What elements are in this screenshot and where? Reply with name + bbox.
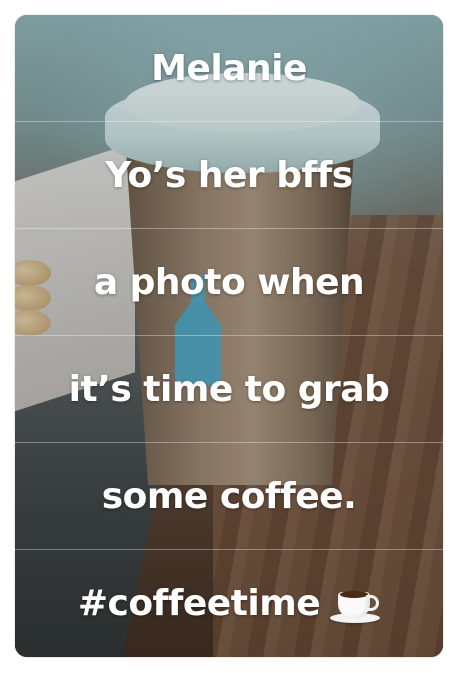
hashtag[interactable]: #coffeetime bbox=[78, 583, 381, 624]
caption-row: Melanie bbox=[15, 15, 443, 122]
caption-line: Melanie bbox=[151, 47, 307, 89]
caption-line: Yo’s her bffs bbox=[105, 154, 353, 196]
caption-row: it’s time to grab bbox=[15, 336, 443, 443]
coffee-cup-icon bbox=[330, 587, 381, 623]
caption-rows: Melanie Yo’s her bffs a photo when it’s … bbox=[15, 15, 443, 657]
caption-row: a photo when bbox=[15, 229, 443, 336]
caption-row: #coffeetime bbox=[15, 550, 443, 657]
caption-row: Yo’s her bffs bbox=[15, 122, 443, 229]
caption-line: some coffee. bbox=[101, 475, 357, 517]
caption-line: a photo when bbox=[93, 261, 365, 303]
photo-card[interactable]: Melanie Yo’s her bffs a photo when it’s … bbox=[15, 15, 443, 657]
caption-line: it’s time to grab bbox=[68, 368, 390, 410]
caption-row: some coffee. bbox=[15, 443, 443, 550]
hashtag-text[interactable]: #coffeetime bbox=[78, 583, 321, 624]
